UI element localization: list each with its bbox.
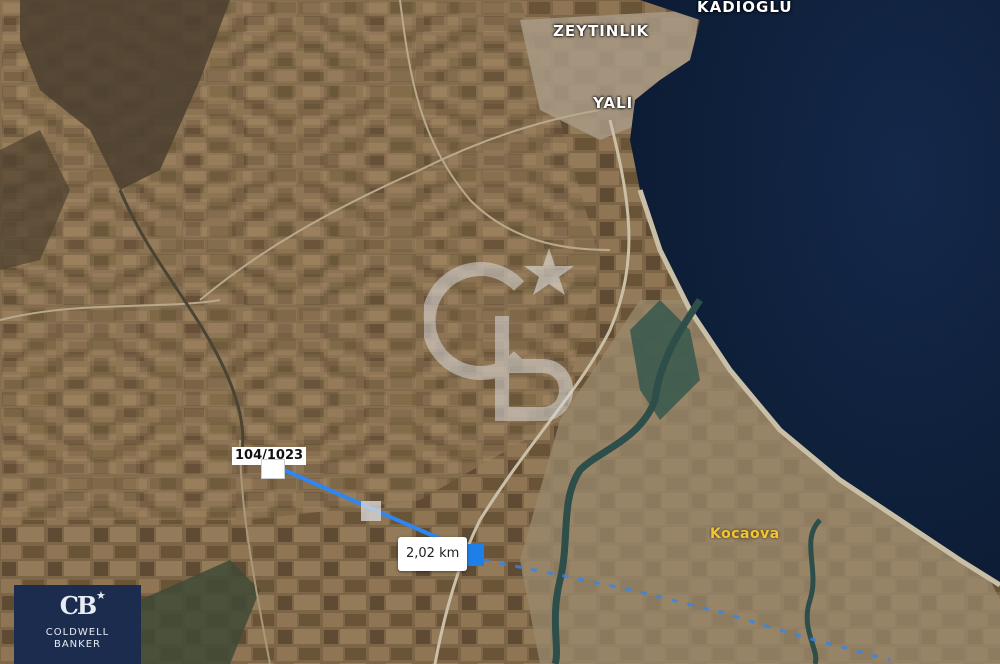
star-icon: ★ xyxy=(96,589,106,602)
parcel-marker[interactable] xyxy=(261,459,285,479)
logo-text-line2: BANKER xyxy=(53,639,101,650)
coldwell-banker-logo: CB ★ COLDWELL BANKER xyxy=(14,585,141,664)
satellite-map[interactable]: KADIOĞLU ZEYTINLIK YALI Kocaova 104/1023… xyxy=(0,0,1000,664)
place-label-yali: YALI xyxy=(593,94,634,112)
place-label-kocaova: Kocaova xyxy=(710,526,780,542)
distance-label: 2,02 km xyxy=(398,537,468,571)
place-label-zeytinlik: ZEYTINLIK xyxy=(553,22,650,40)
route-midpoint-handle[interactable] xyxy=(361,501,381,521)
logo-monogram: CB xyxy=(59,591,97,620)
coldwell-banker-watermark-icon xyxy=(424,248,574,421)
logo-text-line1: COLDWELL xyxy=(45,627,110,638)
place-label-kadioglu: KADIOĞLU xyxy=(697,0,793,16)
